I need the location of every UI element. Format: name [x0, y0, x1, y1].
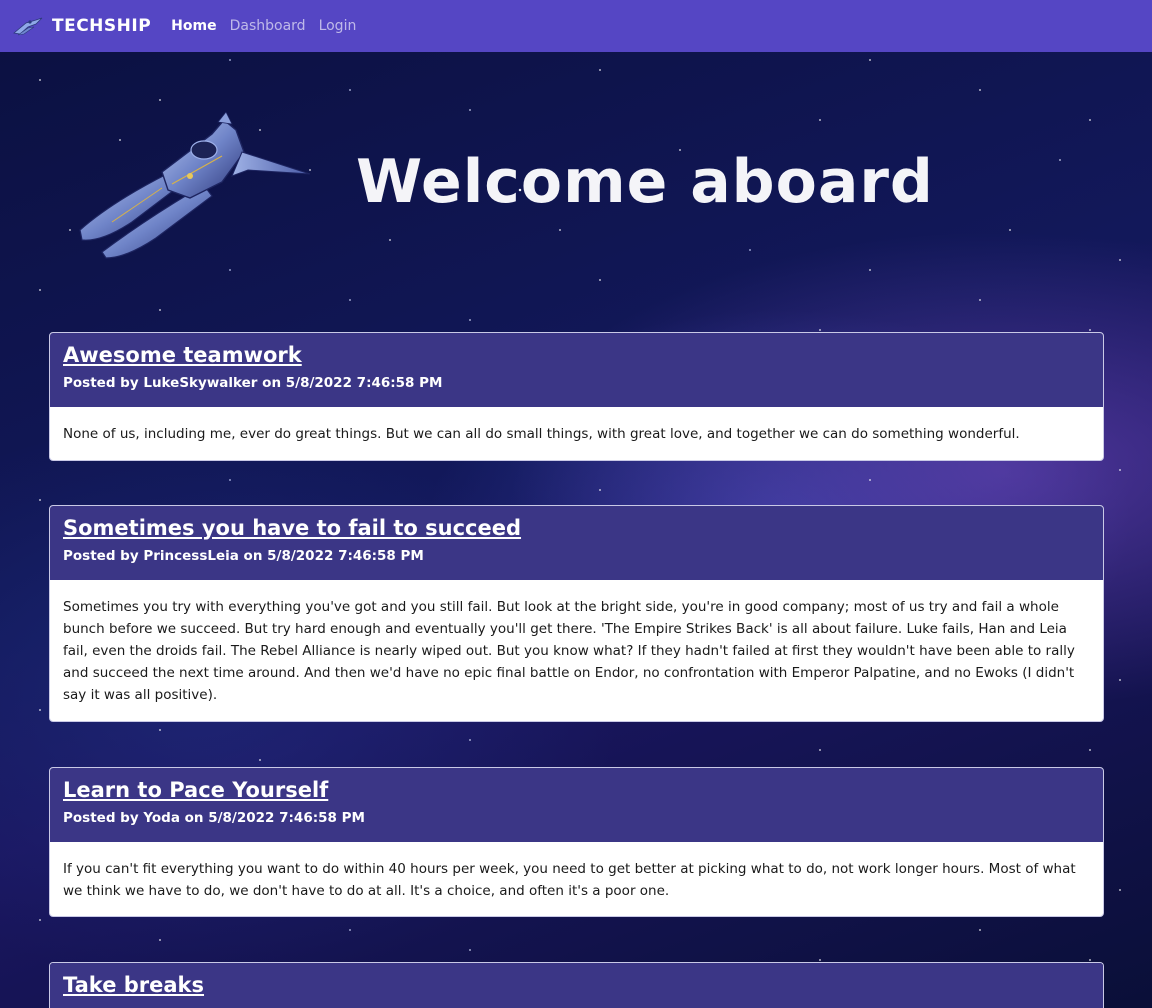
post-meta: Posted by LukeSkywalker on 5/8/2022 7:46… [63, 375, 443, 391]
spaceship-illustration [79, 112, 311, 259]
post-meta: Posted by PrincessLeia on 5/8/2022 7:46:… [63, 548, 424, 564]
post-title-link[interactable]: Sometimes you have to fail to succeed [63, 514, 521, 542]
nav-link-dashboard[interactable]: Dashboard [230, 18, 306, 34]
brand-name: TECHSHIP [52, 16, 152, 36]
post-body: None of us, including me, ever do great … [63, 426, 1020, 442]
post-card: Awesome teamwork Posted by LukeSkywalker… [49, 332, 1104, 461]
post-card: Sometimes you have to fail to succeed Po… [49, 505, 1104, 722]
post-header: Learn to Pace Yourself Posted by Yoda on… [50, 768, 1103, 842]
nav-link-home[interactable]: Home [171, 18, 216, 34]
post-header: Take breaks [50, 963, 1103, 1008]
post-title-link[interactable]: Awesome teamwork [63, 341, 302, 369]
post-header: Sometimes you have to fail to succeed Po… [50, 506, 1103, 580]
post-card: Learn to Pace Yourself Posted by Yoda on… [49, 767, 1104, 917]
nav-link-login[interactable]: Login [319, 18, 357, 34]
brand[interactable]: TECHSHIP [12, 15, 151, 37]
post-card: Take breaks [49, 962, 1104, 1008]
page-title: Welcome aboard [356, 147, 934, 217]
post-body: If you can't fit everything you want to … [63, 861, 1076, 899]
top-navbar: TECHSHIP Home Dashboard Login [0, 0, 1152, 52]
post-meta: Posted by Yoda on 5/8/2022 7:46:58 PM [63, 810, 365, 826]
spaceship-icon [13, 17, 43, 36]
post-title-link[interactable]: Learn to Pace Yourself [63, 776, 328, 804]
post-body: Sometimes you try with everything you've… [63, 599, 1075, 703]
post-title-link[interactable]: Take breaks [63, 971, 204, 999]
post-header: Awesome teamwork Posted by LukeSkywalker… [50, 333, 1103, 407]
